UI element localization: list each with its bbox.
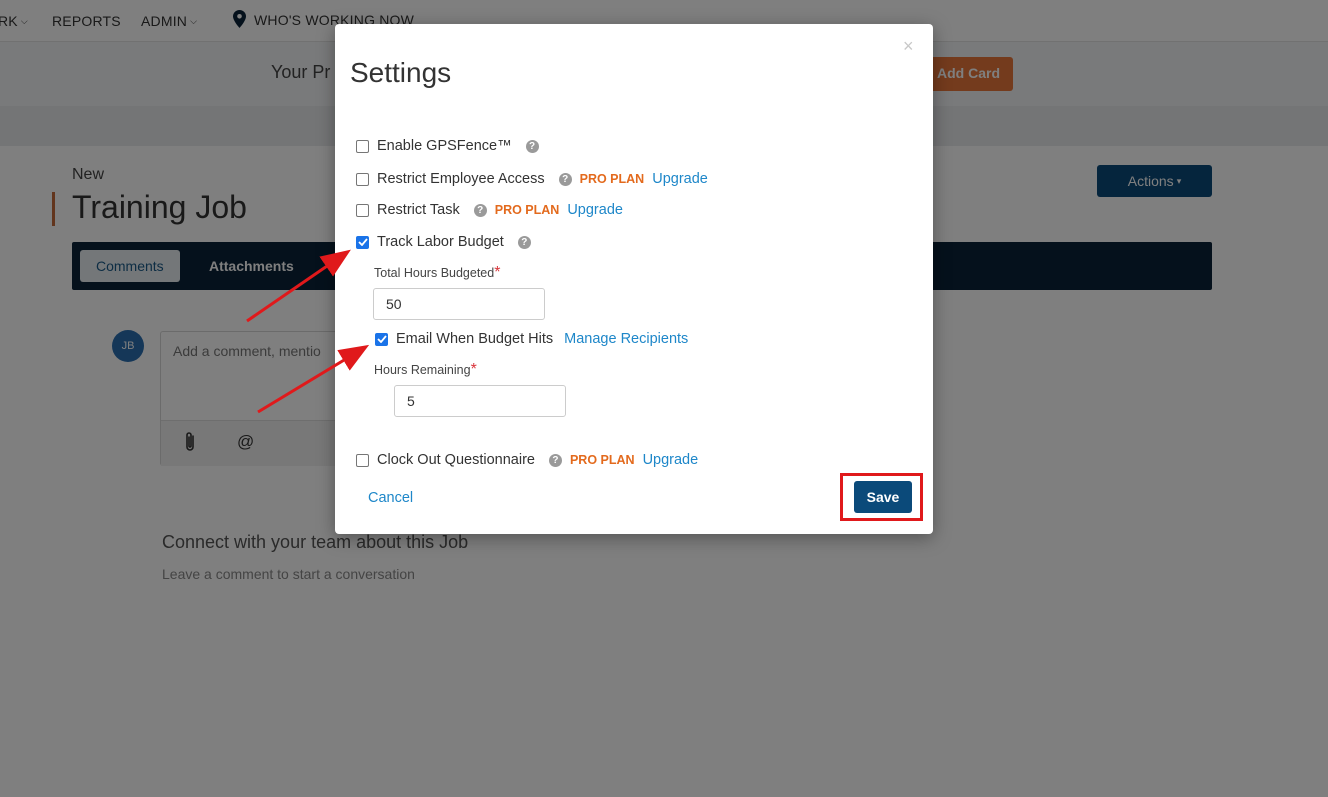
restrict-employee-access-checkbox[interactable]: [356, 172, 369, 186]
clock-out-questionnaire-label[interactable]: Clock Out Questionnaire: [377, 452, 535, 468]
upgrade-link[interactable]: Upgrade: [643, 452, 699, 468]
help-icon[interactable]: ?: [473, 203, 487, 217]
email-when-budget-hits-checkbox[interactable]: [375, 332, 388, 346]
manage-recipients-link[interactable]: Manage Recipients: [564, 331, 688, 347]
option-clock-out-questionnaire: Clock Out Questionnaire ? PRO PLAN Upgra…: [356, 450, 698, 470]
option-enable-gpsfence: Enable GPSFence™ ?: [356, 136, 539, 156]
cancel-button[interactable]: Cancel: [368, 490, 413, 506]
upgrade-link[interactable]: Upgrade: [652, 171, 708, 187]
option-restrict-task: Restrict Task ? PRO PLAN Upgrade: [356, 200, 623, 220]
option-track-labor-budget: Track Labor Budget ?: [356, 232, 531, 252]
track-labor-budget-checkbox[interactable]: [356, 235, 369, 249]
enable-gpsfence-checkbox[interactable]: [356, 139, 369, 153]
help-icon[interactable]: ?: [548, 453, 562, 467]
email-when-budget-hits-label[interactable]: Email When Budget Hits: [396, 331, 553, 347]
save-button[interactable]: Save: [854, 481, 912, 513]
option-restrict-employee-access: Restrict Employee Access ? PRO PLAN Upgr…: [356, 169, 708, 189]
hours-remaining-text: Hours Remaining: [374, 363, 471, 377]
checkmark-icon: [357, 238, 368, 246]
pro-plan-badge: PRO PLAN: [579, 172, 645, 186]
checkmark-icon: [376, 335, 387, 343]
help-icon[interactable]: ?: [517, 235, 531, 249]
hours-remaining-input[interactable]: [394, 385, 566, 417]
modal-title: Settings: [350, 57, 452, 88]
upgrade-link[interactable]: Upgrade: [567, 202, 623, 218]
required-asterisk: *: [470, 361, 477, 378]
required-asterisk: *: [494, 264, 501, 281]
clock-out-questionnaire-checkbox[interactable]: [356, 453, 369, 467]
restrict-employee-access-label[interactable]: Restrict Employee Access: [377, 171, 545, 187]
option-email-when-budget-hits: Email When Budget Hits Manage Recipients: [375, 329, 688, 349]
help-icon[interactable]: ?: [525, 139, 539, 153]
track-labor-budget-label[interactable]: Track Labor Budget: [377, 234, 504, 250]
enable-gpsfence-label[interactable]: Enable GPSFence™: [377, 138, 512, 154]
pro-plan-badge: PRO PLAN: [569, 453, 635, 467]
total-hours-budgeted-label: Total Hours Budgeted*: [374, 264, 500, 282]
help-icon[interactable]: ?: [558, 172, 572, 186]
restrict-task-label[interactable]: Restrict Task: [377, 202, 460, 218]
hours-remaining-label: Hours Remaining*: [374, 361, 477, 379]
restrict-task-checkbox[interactable]: [356, 203, 369, 217]
settings-modal: × Settings Enable GPSFence™ ? Restrict E…: [335, 24, 933, 534]
total-hours-budgeted-input[interactable]: [373, 288, 545, 320]
total-hours-budgeted-text: Total Hours Budgeted: [374, 266, 495, 280]
close-icon[interactable]: ×: [903, 36, 914, 57]
pro-plan-badge: PRO PLAN: [494, 203, 560, 217]
